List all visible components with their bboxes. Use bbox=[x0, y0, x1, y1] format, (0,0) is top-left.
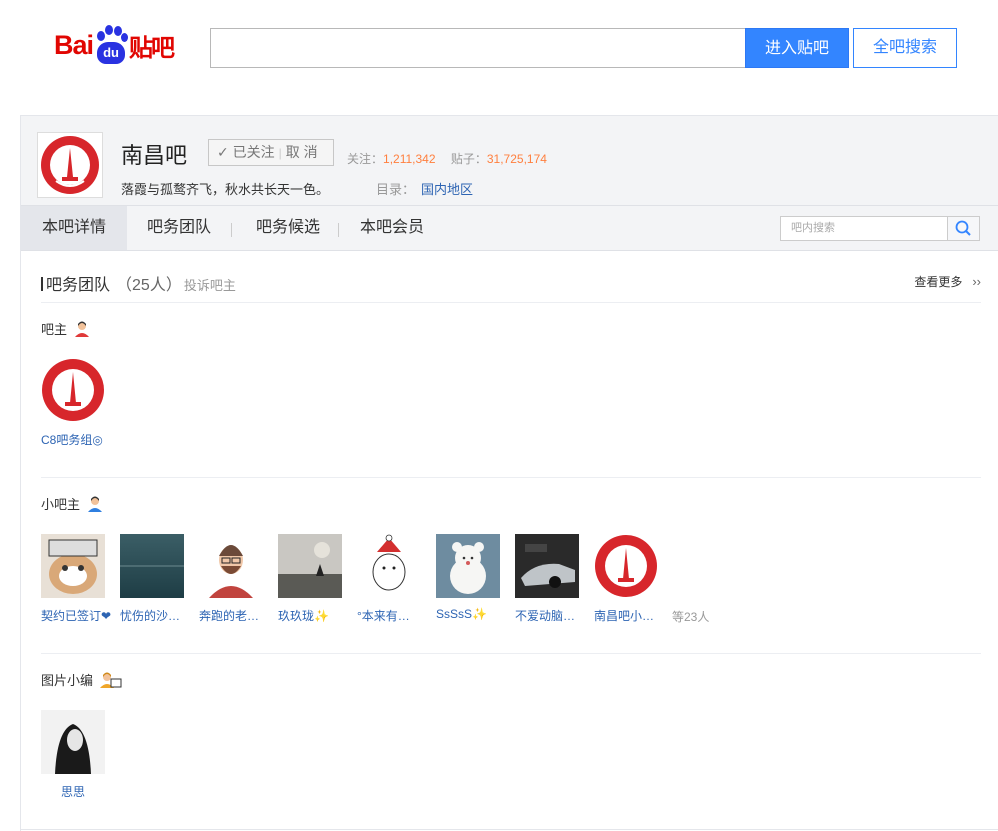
logo-tieba: 贴吧 bbox=[129, 34, 175, 62]
avatar[interactable] bbox=[120, 534, 184, 598]
owner-user-icon bbox=[73, 320, 91, 338]
inner-search-input[interactable]: 吧内搜索 bbox=[780, 216, 947, 241]
member-name[interactable]: °本来有… bbox=[357, 607, 427, 624]
small-owner-more-count: 等23人 bbox=[672, 610, 710, 624]
owner-avatar[interactable] bbox=[41, 358, 105, 422]
member-name[interactable]: 思思 bbox=[41, 783, 105, 800]
small-owner-member[interactable]: 契约已签订❤ bbox=[41, 534, 120, 624]
member-name[interactable]: C8吧务组◎ bbox=[41, 431, 111, 448]
small-owner-member[interactable]: 不爱动脑… bbox=[515, 534, 594, 624]
member-name[interactable]: 契约已签订❤ bbox=[41, 607, 111, 624]
all-search-button[interactable]: 全吧搜索 bbox=[853, 28, 957, 68]
posts-count: 31,725,174 bbox=[486, 152, 547, 166]
avatar[interactable] bbox=[199, 534, 263, 598]
member-name[interactable]: 不爱动脑… bbox=[515, 607, 585, 624]
small-owner-member[interactable]: 忧伤的沙… bbox=[120, 534, 199, 624]
member-name[interactable]: 忧伤的沙… bbox=[120, 607, 190, 624]
member-name[interactable]: SsSsS✨ bbox=[436, 607, 506, 621]
complain-link[interactable]: 投诉吧主 bbox=[184, 278, 236, 293]
small-owner-member[interactable]: °本来有… bbox=[357, 534, 436, 624]
tab-forum-detail[interactable]: 本吧详情 bbox=[21, 206, 127, 250]
see-more-link[interactable]: 查看更多 ›› bbox=[914, 273, 981, 290]
baidu-paw-icon: du bbox=[94, 25, 129, 65]
avatar[interactable] bbox=[436, 534, 500, 598]
enter-tieba-button[interactable]: 进入贴吧 bbox=[745, 28, 849, 68]
check-icon: ✓ bbox=[217, 144, 229, 160]
small-owner-member[interactable]: 玖玖珑✨ bbox=[278, 534, 357, 624]
follow-toggle-button[interactable]: ✓ 已关注 | 取 消 bbox=[208, 139, 334, 166]
forum-avatar[interactable] bbox=[37, 132, 103, 198]
small-owner-member[interactable]: SsSsS✨ bbox=[436, 534, 515, 621]
follow-count: 1,211,342 bbox=[383, 152, 436, 166]
small-owner-member[interactable]: 奔跑的老… bbox=[199, 534, 278, 624]
avatar[interactable] bbox=[41, 534, 105, 598]
avatar[interactable] bbox=[41, 710, 105, 774]
owner-member[interactable]: C8吧务组◎ bbox=[41, 358, 120, 448]
avatar[interactable] bbox=[594, 534, 658, 598]
forum-tabs: 本吧详情 吧务团队 吧务候选 本吧会员 吧内搜索 bbox=[21, 206, 998, 251]
forum-head: 南昌吧 ✓ 已关注 | 取 消 关注：1,211,342 贴子：31,725,174… bbox=[21, 116, 998, 206]
forum-catalog: 目录： 国内地区 bbox=[376, 182, 474, 197]
forum-main: 南昌吧 ✓ 已关注 | 取 消 关注：1,211,342 贴子：31,725,174… bbox=[20, 115, 998, 831]
small-owner-member[interactable]: 南昌吧小… bbox=[594, 534, 673, 624]
member-name[interactable]: 南昌吧小… bbox=[594, 607, 664, 624]
team-section-title: 吧务团队 （25人） 投诉吧主 bbox=[41, 271, 236, 295]
picture-editor-icon bbox=[99, 671, 123, 689]
small-owner-user-icon bbox=[86, 495, 104, 513]
inner-search-button[interactable] bbox=[947, 216, 980, 241]
editor-role-label: 图片小编 bbox=[41, 670, 123, 689]
forum-slogan: 落霞与孤鹜齐飞，秋水共长天一色。 bbox=[121, 182, 330, 197]
editor-member[interactable]: 思思 bbox=[41, 710, 120, 800]
followed-label: 已关注 bbox=[232, 144, 275, 160]
top-header: Bai du 贴吧 进入贴吧 全吧搜索 bbox=[0, 0, 998, 115]
tab-candidates[interactable]: 吧务候选 bbox=[243, 206, 333, 250]
double-chevron-right-icon: ›› bbox=[972, 274, 981, 289]
forum-stats: 关注：1,211,342 贴子：31,725,174 bbox=[347, 152, 547, 166]
logo-bai: Bai bbox=[54, 29, 94, 60]
baidu-tieba-logo[interactable]: Bai du 贴吧 bbox=[54, 22, 175, 68]
tab-members[interactable]: 本吧会员 bbox=[347, 206, 437, 250]
forum-name[interactable]: 南昌吧 bbox=[121, 138, 187, 170]
tab-team[interactable]: 吧务团队 bbox=[134, 206, 224, 250]
unfollow-button[interactable]: 取 消 bbox=[286, 144, 318, 160]
avatar[interactable] bbox=[515, 534, 579, 598]
avatar[interactable] bbox=[278, 534, 342, 598]
member-name[interactable]: 奔跑的老… bbox=[199, 607, 269, 624]
search-input[interactable] bbox=[210, 28, 746, 68]
member-name[interactable]: 玖玖珑✨ bbox=[278, 607, 348, 624]
avatar[interactable] bbox=[357, 534, 421, 598]
catalog-link[interactable]: 国内地区 bbox=[421, 182, 473, 197]
small-owner-role-label: 小吧主 bbox=[41, 494, 104, 513]
search-icon bbox=[955, 220, 971, 236]
owner-role-label: 吧主 bbox=[41, 319, 91, 338]
